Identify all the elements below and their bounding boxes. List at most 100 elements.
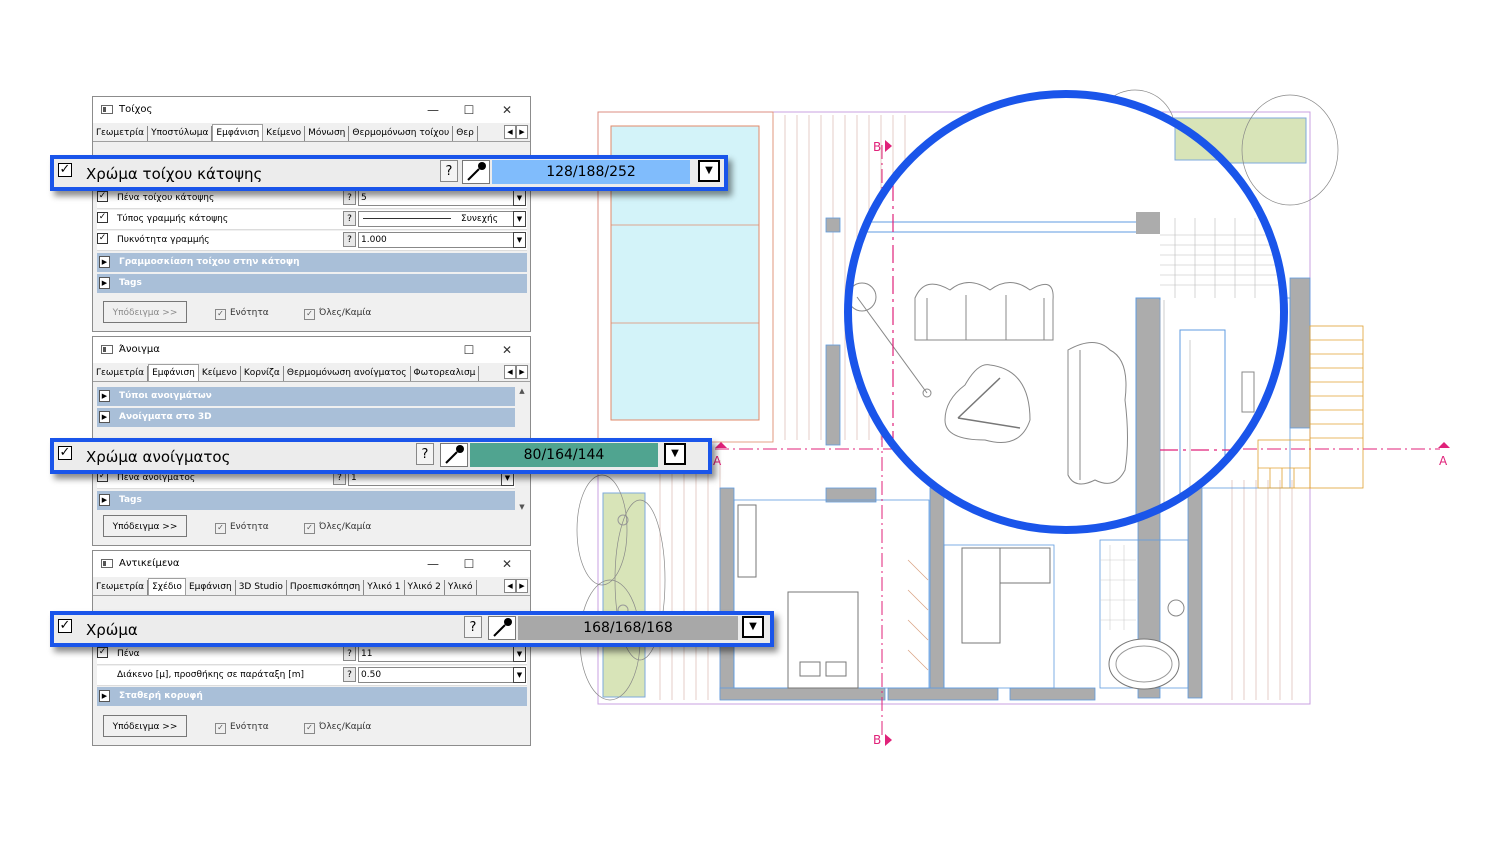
help-button[interactable]: ? xyxy=(440,160,458,182)
checkbox[interactable]: ✓ xyxy=(97,212,108,223)
property-value[interactable]: 11 xyxy=(358,646,515,662)
tab-insulation[interactable]: Μόνωση xyxy=(305,126,350,141)
unit-checkbox[interactable]: ✓ Ενότητα xyxy=(215,308,269,320)
tab-right-arrow-icon[interactable]: ▶ xyxy=(516,365,528,379)
property-value[interactable]: Συνεχής xyxy=(358,211,515,227)
tab-geometry[interactable]: Γεωμετρία xyxy=(93,366,149,381)
expand-icon[interactable]: ▶ xyxy=(99,690,110,702)
tab-3d-studio[interactable]: 3D Studio xyxy=(236,580,287,595)
tab-material-1[interactable]: Υλικό 1 xyxy=(364,580,405,595)
sample-button[interactable]: Υπόδειγμα >> xyxy=(103,301,187,323)
help-button[interactable]: ? xyxy=(343,232,356,247)
scroll-up-icon[interactable]: ▲ xyxy=(516,387,528,395)
group-tags[interactable]: ▶ Tags xyxy=(97,274,527,293)
tab-column[interactable]: Υποστύλωμα xyxy=(148,126,213,141)
tab-preview[interactable]: Προεπισκόπηση xyxy=(287,580,365,595)
tab-thermal-insulation[interactable]: Θερμομόνωση ανοίγματος xyxy=(284,366,411,381)
help-button[interactable]: ? xyxy=(464,616,482,638)
group-opening-types[interactable]: ▶ Τύποι ανοιγμάτων xyxy=(97,387,515,406)
close-button[interactable]: ✕ xyxy=(496,553,518,575)
tab-right-arrow-icon[interactable]: ▶ xyxy=(516,125,528,139)
tab-more[interactable]: Θερ xyxy=(453,126,478,141)
sample-button[interactable]: Υπόδειγμα >> xyxy=(103,515,187,537)
expand-icon[interactable]: ▶ xyxy=(99,494,110,506)
scroll-down-icon[interactable]: ▼ xyxy=(516,503,528,511)
maximize-button[interactable]: ☐ xyxy=(458,339,480,361)
dropdown-arrow-icon[interactable]: ▼ xyxy=(513,646,526,662)
dropdown-arrow-icon[interactable]: ▼ xyxy=(513,211,526,227)
expand-icon[interactable]: ▶ xyxy=(99,256,110,268)
wall-color-value[interactable]: 128/188/252 xyxy=(492,160,690,184)
expand-icon[interactable]: ▶ xyxy=(99,277,110,289)
checkbox-box: ✓ xyxy=(304,309,315,320)
tab-frame[interactable]: Κορνίζα xyxy=(241,366,284,381)
close-button[interactable]: ✕ xyxy=(496,339,518,361)
tab-material-2[interactable]: Υλικό 2 xyxy=(405,580,445,595)
tab-geometry[interactable]: Γεωμετρία xyxy=(93,126,149,141)
property-row-linetype: ✓ Τύπος γραμμής κάτοψης ? Συνεχής ▼ xyxy=(97,210,527,230)
all-none-checkbox[interactable]: ✓ Όλες/Καμία xyxy=(304,522,371,534)
maximize-button[interactable]: ☐ xyxy=(458,99,480,121)
group-openings-3d[interactable]: ▶ Ανοίγματα στο 3D xyxy=(97,408,515,427)
tab-appearance[interactable]: Εμφάνιση xyxy=(186,580,236,595)
all-none-checkbox[interactable]: ✓ Όλες/Καμία xyxy=(304,308,371,320)
help-button[interactable]: ? xyxy=(343,646,356,661)
group-tags[interactable]: ▶ Tags xyxy=(97,491,515,510)
group-hatch[interactable]: ▶ Γραμμοσκίαση τοίχου στην κάτοψη xyxy=(97,253,527,272)
title-bar: Αντικείμενα — ☐ ✕ xyxy=(93,551,530,577)
tab-right-arrow-icon[interactable]: ▶ xyxy=(516,579,528,593)
eyedropper-icon[interactable] xyxy=(462,160,490,184)
unit-checkbox[interactable]: ✓ Ενότητα xyxy=(215,522,269,534)
help-button[interactable]: ? xyxy=(416,443,434,465)
tab-geometry[interactable]: Γεωμετρία xyxy=(93,580,149,595)
tab-thermal-insulation[interactable]: Θερμομόνωση τοίχου xyxy=(349,126,454,141)
tab-drawing[interactable]: Σχέδιο xyxy=(148,578,186,595)
minimize-button[interactable]: — xyxy=(422,99,444,121)
property-value[interactable]: 1.000 xyxy=(358,232,515,248)
tab-left-arrow-icon[interactable]: ◀ xyxy=(504,365,516,379)
dropdown-arrow-icon[interactable]: ▼ xyxy=(742,616,764,638)
checkbox[interactable]: ✓ xyxy=(58,619,72,633)
dropdown-arrow-icon[interactable]: ▼ xyxy=(664,443,686,465)
eyedropper-icon[interactable] xyxy=(440,443,468,467)
tab-left-arrow-icon[interactable]: ◀ xyxy=(504,579,516,593)
checkbox-box: ✓ xyxy=(215,523,226,534)
group-fixed-vertex[interactable]: ▶ Σταθερή κορυφή xyxy=(97,687,527,706)
checkbox[interactable]: ✓ xyxy=(58,446,72,460)
close-button[interactable]: ✕ xyxy=(496,99,518,121)
group-label: Γραμμοσκίαση τοίχου στην κάτοψη xyxy=(119,257,300,267)
all-none-checkbox[interactable]: ✓ Όλες/Καμία xyxy=(304,722,371,734)
dropdown-arrow-icon[interactable]: ▼ xyxy=(513,232,526,248)
property-value[interactable]: 0.50 xyxy=(358,667,515,683)
expand-icon[interactable]: ▶ xyxy=(99,411,110,423)
unit-checkbox[interactable]: ✓ Ενότητα xyxy=(215,722,269,734)
eyedropper-icon[interactable] xyxy=(488,616,516,640)
tab-appearance[interactable]: Εμφάνιση xyxy=(148,364,199,381)
tab-text[interactable]: Κείμενο xyxy=(263,126,306,141)
property-label: Τύπος γραμμής κάτοψης xyxy=(117,214,229,224)
opening-color-value[interactable]: 80/164/144 xyxy=(470,443,658,467)
checkbox[interactable]: ✓ xyxy=(97,191,108,202)
help-button[interactable]: ? xyxy=(343,211,356,226)
maximize-button[interactable]: ☐ xyxy=(458,553,480,575)
tab-left-arrow-icon[interactable]: ◀ xyxy=(504,125,516,139)
help-button[interactable]: ? xyxy=(343,190,356,205)
checkbox[interactable]: ✓ xyxy=(97,233,108,244)
object-color-value[interactable]: 168/168/168 xyxy=(518,616,738,640)
dropdown-arrow-icon[interactable]: ▼ xyxy=(513,190,526,206)
dropdown-arrow-icon[interactable]: ▼ xyxy=(513,667,526,683)
window-icon xyxy=(101,345,113,354)
sample-button[interactable]: Υπόδειγμα >> xyxy=(103,715,187,737)
checkbox[interactable]: ✓ xyxy=(58,163,72,177)
dropdown-arrow-icon[interactable]: ▼ xyxy=(698,160,720,182)
expand-icon[interactable]: ▶ xyxy=(99,390,110,402)
tab-photorealism[interactable]: Φωτορεαλισμ xyxy=(411,366,480,381)
title-bar: Άνοιγμα ☐ ✕ xyxy=(93,337,530,363)
tab-appearance[interactable]: Εμφάνιση xyxy=(212,124,264,141)
minimize-button[interactable]: — xyxy=(422,553,444,575)
property-value[interactable]: 5 xyxy=(358,190,515,206)
help-button[interactable]: ? xyxy=(343,667,356,682)
tab-material-3[interactable]: Υλικό xyxy=(445,580,477,595)
tab-text[interactable]: Κείμενο xyxy=(199,366,241,381)
checkbox[interactable]: ✓ xyxy=(97,647,108,658)
